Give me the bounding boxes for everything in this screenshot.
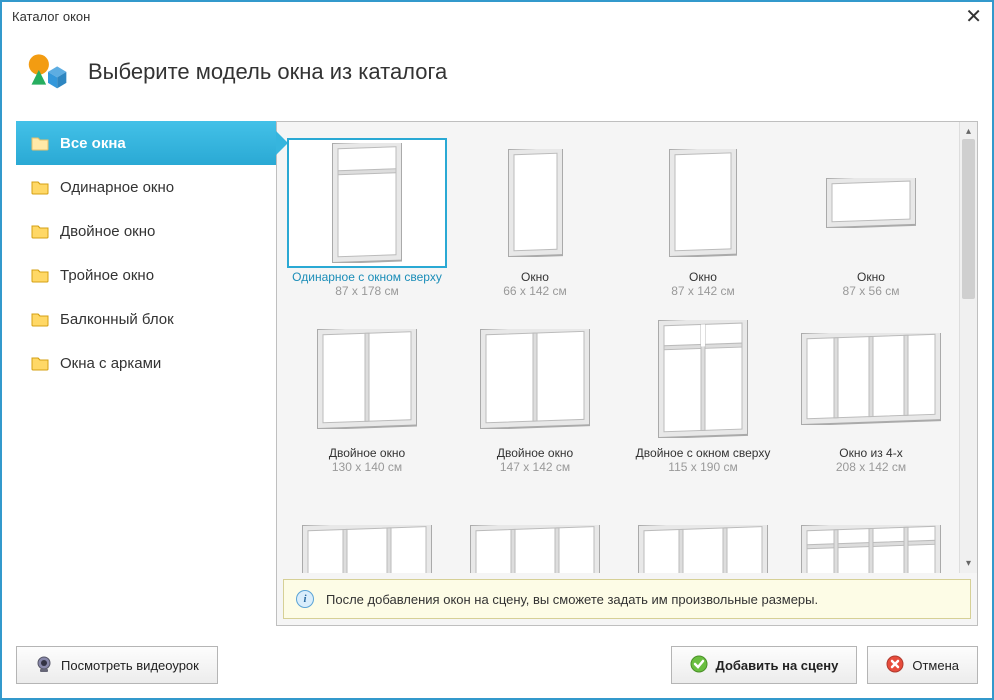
folder-icon (30, 177, 50, 197)
sidebar-item[interactable]: Двойное окно (16, 209, 276, 253)
item-thumbnail (287, 314, 447, 444)
item-thumbnail (623, 138, 783, 268)
catalog-item[interactable]: Окно из 4-х 208 x 142 см (787, 308, 955, 484)
item-size: 130 x 140 см (332, 460, 402, 474)
sidebar-item[interactable]: Окна с арками (16, 341, 276, 385)
item-thumbnail (455, 138, 615, 268)
close-icon[interactable]: ✕ (961, 4, 986, 29)
catalog-grid: Одинарное с окном сверху 87 x 178 см Окн… (277, 122, 959, 573)
item-size: 87 x 178 см (335, 284, 399, 298)
add-to-scene-label: Добавить на сцену (716, 658, 839, 673)
titlebar: Каталог окон ✕ (2, 2, 992, 30)
page-title: Выберите модель окна из каталога (88, 59, 447, 85)
scrollbar[interactable]: ▴ ▾ (959, 122, 977, 573)
folder-icon (30, 265, 50, 285)
scroll-down-icon[interactable]: ▾ (964, 556, 973, 571)
app-icon (26, 48, 70, 95)
catalog-item[interactable] (787, 484, 955, 573)
item-thumbnail (623, 490, 783, 573)
sidebar: Все окна Одинарное окно Двойное окно Тро… (16, 121, 276, 626)
item-thumbnail (287, 138, 447, 268)
catalog-item[interactable]: Двойное окно 147 x 142 см (451, 308, 619, 484)
item-name: Двойное окно (497, 446, 573, 460)
sidebar-item-label: Окна с арками (60, 355, 161, 372)
catalog-item[interactable]: Двойное с окном сверху 115 x 190 см (619, 308, 787, 484)
item-name: Одинарное с окном сверху (292, 270, 442, 284)
scroll-up-icon[interactable]: ▴ (964, 124, 973, 139)
header: Выберите модель окна из каталога (2, 30, 992, 121)
item-thumbnail (791, 314, 951, 444)
catalog-panel: Одинарное с окном сверху 87 x 178 см Окн… (276, 121, 978, 626)
catalog-item[interactable]: Одинарное с окном сверху 87 x 178 см (283, 132, 451, 308)
item-name: Окно (689, 270, 717, 284)
folder-icon (30, 353, 50, 373)
hint-bar: i После добавления окон на сцену, вы смо… (283, 579, 971, 619)
cancel-icon (886, 655, 904, 676)
item-size: 115 x 190 см (668, 460, 737, 474)
item-name: Окно (857, 270, 885, 284)
item-name: Двойное окно (329, 446, 405, 460)
cancel-label: Отмена (912, 658, 959, 673)
catalog-item[interactable] (283, 484, 451, 573)
item-thumbnail (791, 490, 951, 573)
sidebar-item-label: Балконный блок (60, 311, 174, 328)
item-size: 147 x 142 см (500, 460, 570, 474)
add-to-scene-button[interactable]: Добавить на сцену (671, 646, 858, 684)
item-name: Двойное с окном сверху (636, 446, 771, 460)
catalog-item[interactable] (451, 484, 619, 573)
item-size: 87 x 142 см (671, 284, 735, 298)
check-icon (690, 655, 708, 676)
catalog-item[interactable] (619, 484, 787, 573)
item-name: Окно из 4-х (839, 446, 902, 460)
folder-icon (30, 221, 50, 241)
item-size: 87 x 56 см (843, 284, 900, 298)
folder-icon (30, 309, 50, 329)
info-icon: i (296, 590, 314, 608)
hint-text: После добавления окон на сцену, вы сможе… (326, 592, 818, 607)
scroll-thumb[interactable] (962, 139, 975, 299)
item-thumbnail (791, 138, 951, 268)
video-tutorial-button[interactable]: Посмотреть видеоурок (16, 646, 218, 684)
item-thumbnail (455, 490, 615, 573)
item-size: 208 x 142 см (836, 460, 906, 474)
sidebar-item[interactable]: Все окна (16, 121, 276, 165)
webcam-icon (35, 655, 53, 676)
catalog-item[interactable]: Окно 87 x 56 см (787, 132, 955, 308)
folder-icon (30, 133, 50, 153)
scroll-track[interactable] (960, 139, 977, 556)
item-thumbnail (623, 314, 783, 444)
sidebar-item-label: Тройное окно (60, 267, 154, 284)
sidebar-item[interactable]: Балконный блок (16, 297, 276, 341)
cancel-button[interactable]: Отмена (867, 646, 978, 684)
sidebar-item[interactable]: Одинарное окно (16, 165, 276, 209)
sidebar-item-label: Двойное окно (60, 223, 155, 240)
sidebar-item-label: Все окна (60, 135, 126, 152)
video-tutorial-label: Посмотреть видеоурок (61, 658, 199, 673)
item-thumbnail (455, 314, 615, 444)
sidebar-item[interactable]: Тройное окно (16, 253, 276, 297)
catalog-item[interactable]: Двойное окно 130 x 140 см (283, 308, 451, 484)
window-title: Каталог окон (12, 9, 90, 24)
item-size: 66 x 142 см (503, 284, 567, 298)
catalog-item[interactable]: Окно 87 x 142 см (619, 132, 787, 308)
sidebar-item-label: Одинарное окно (60, 179, 174, 196)
item-thumbnail (287, 490, 447, 573)
catalog-item[interactable]: Окно 66 x 142 см (451, 132, 619, 308)
footer: Посмотреть видеоурок Добавить на сцену О… (2, 636, 992, 698)
item-name: Окно (521, 270, 549, 284)
